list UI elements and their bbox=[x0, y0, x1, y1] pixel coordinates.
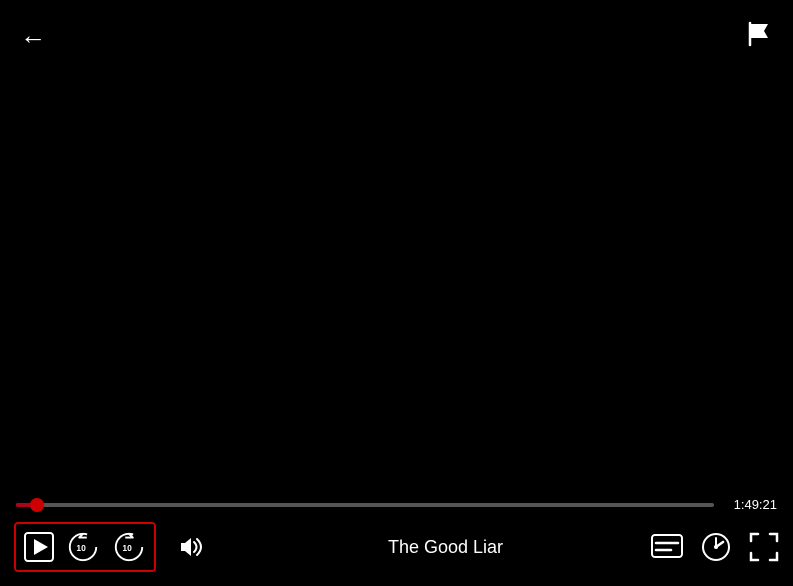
svg-text:10: 10 bbox=[76, 543, 86, 553]
captions-icon bbox=[651, 533, 683, 561]
right-icons bbox=[651, 532, 779, 562]
fullscreen-button[interactable] bbox=[749, 532, 779, 562]
progress-thumb bbox=[30, 498, 44, 512]
progress-bar-container: 1:49:21 bbox=[0, 489, 793, 516]
replay10-icon: 10 bbox=[66, 530, 100, 564]
play-button[interactable] bbox=[20, 528, 58, 566]
progress-track[interactable] bbox=[16, 503, 714, 507]
captions-button[interactable] bbox=[651, 533, 683, 561]
speed-button[interactable] bbox=[701, 532, 731, 562]
video-player: ← 1:49:21 bbox=[0, 0, 793, 586]
volume-icon bbox=[176, 532, 206, 562]
movie-title: The Good Liar bbox=[240, 537, 651, 558]
play-icon bbox=[24, 532, 54, 562]
top-bar: ← bbox=[0, 0, 793, 70]
bottom-controls: 1:49:21 10 bbox=[0, 489, 793, 586]
playback-group: 10 10 bbox=[14, 522, 156, 572]
fullscreen-icon bbox=[749, 532, 779, 562]
svg-text:10: 10 bbox=[122, 543, 132, 553]
volume-button[interactable] bbox=[172, 528, 210, 566]
forward10-icon: 10 bbox=[112, 530, 146, 564]
forward10-button[interactable]: 10 bbox=[108, 526, 150, 568]
controls-row: 10 10 bbox=[0, 516, 793, 586]
back-button[interactable]: ← bbox=[20, 22, 46, 48]
flag-button[interactable] bbox=[745, 20, 773, 51]
progress-fill bbox=[16, 503, 37, 507]
flag-icon bbox=[745, 20, 773, 48]
time-display: 1:49:21 bbox=[722, 497, 777, 512]
speed-icon bbox=[701, 532, 731, 562]
replay10-button[interactable]: 10 bbox=[62, 526, 104, 568]
